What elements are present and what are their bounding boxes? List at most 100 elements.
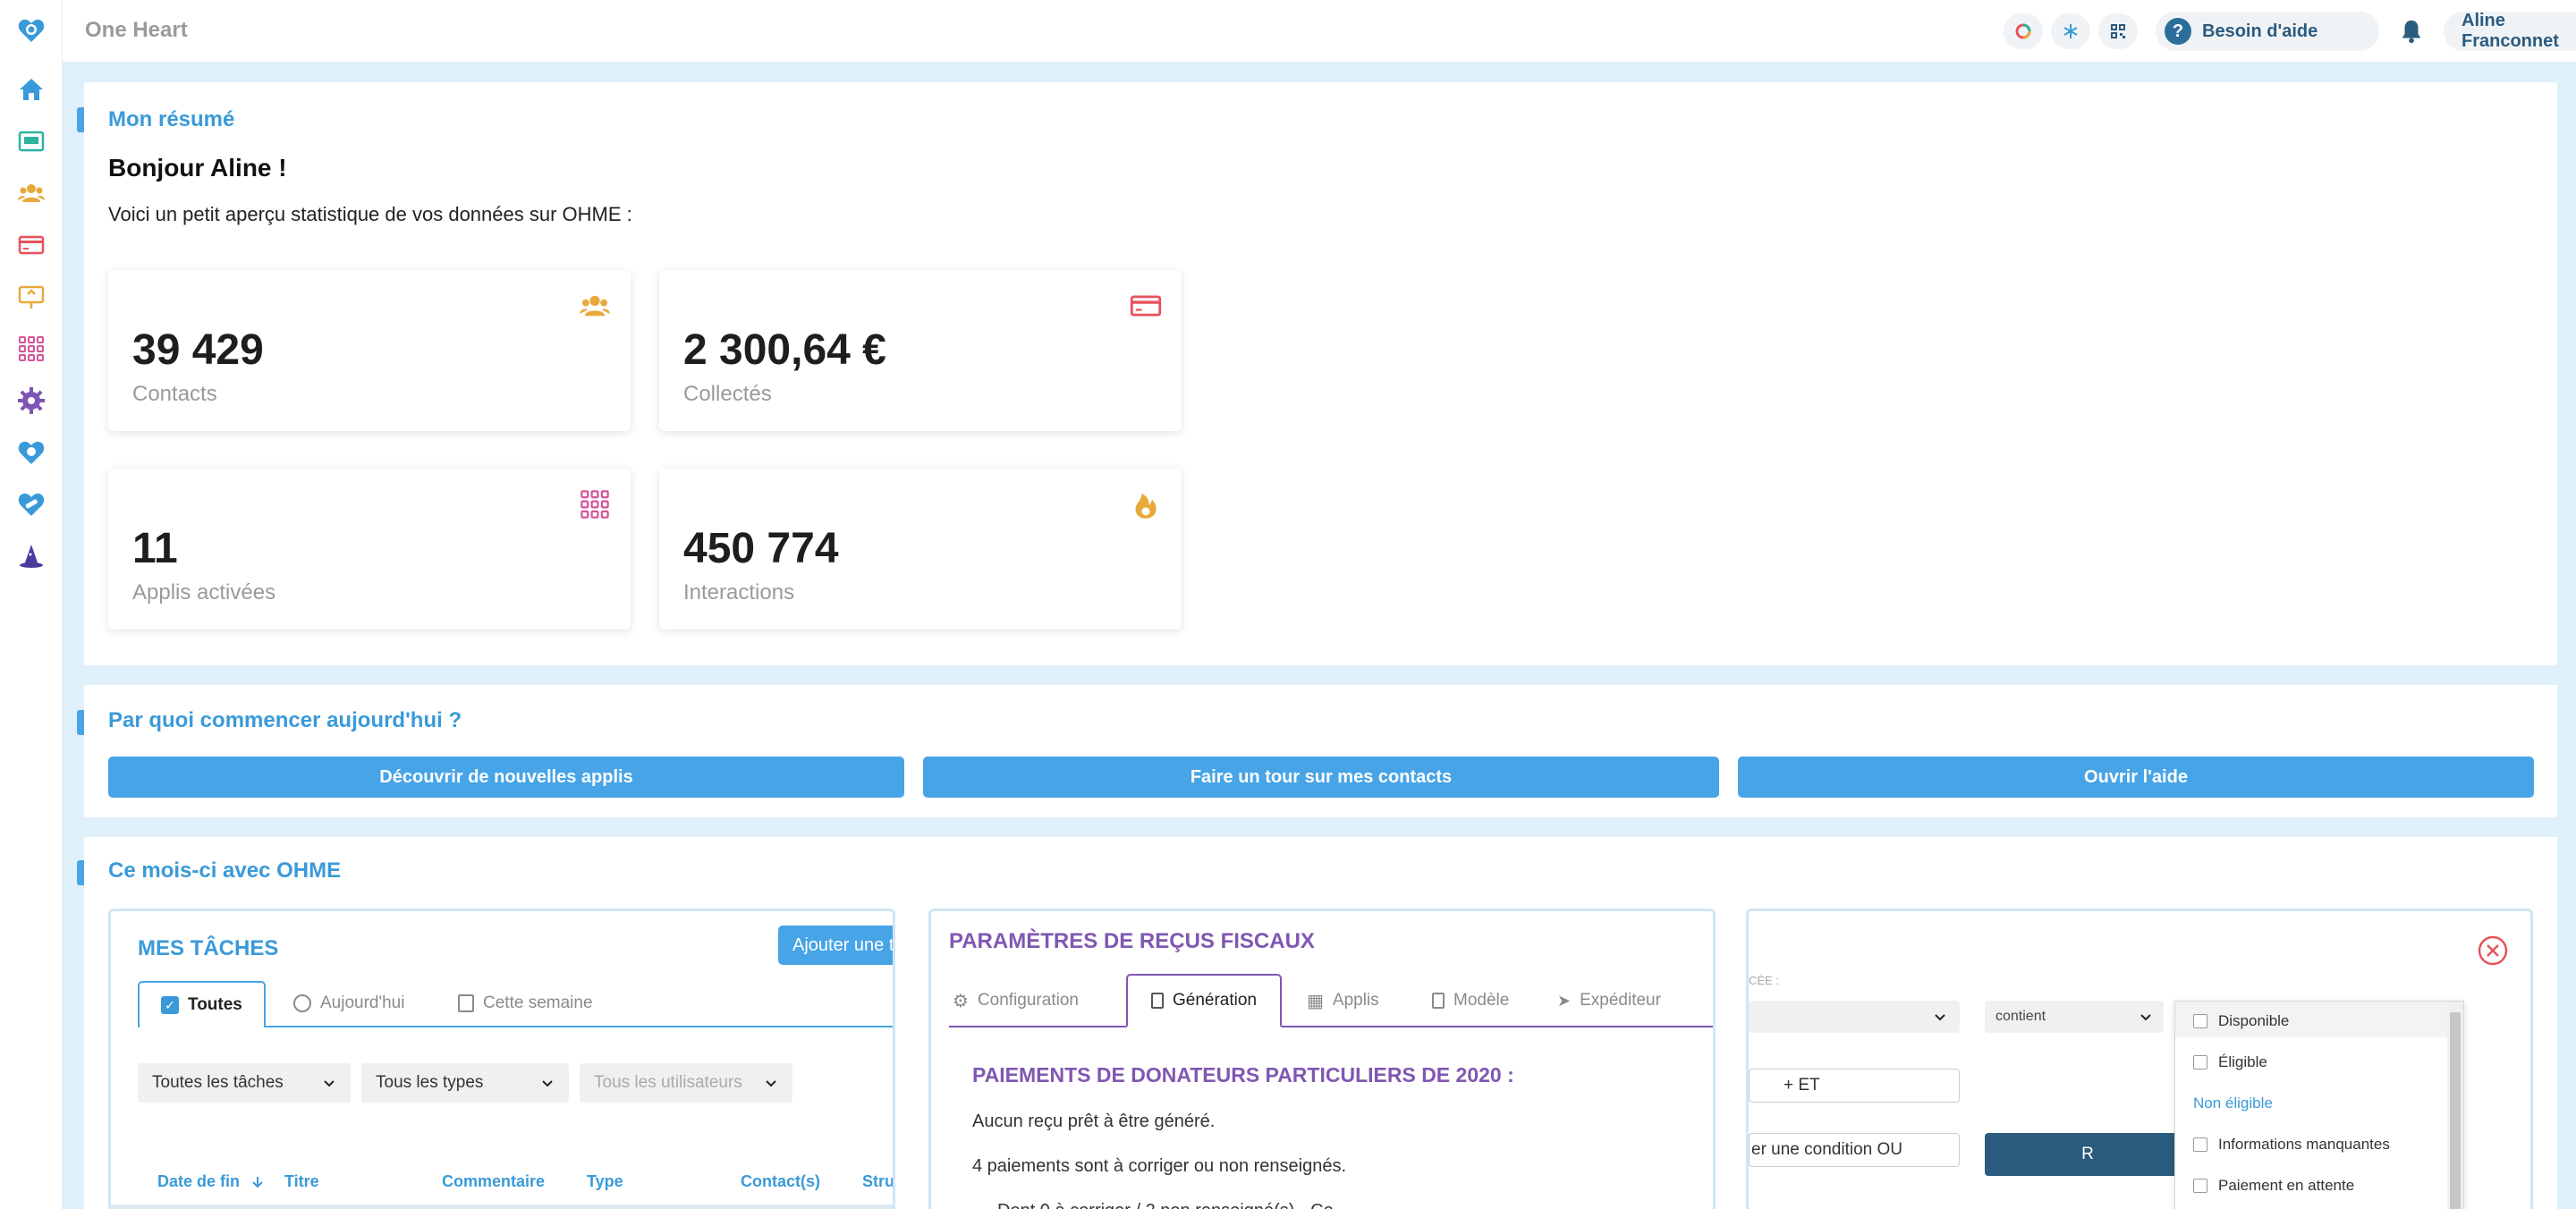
color-wheel-icon[interactable]: [2004, 13, 2043, 49]
select-value: contient: [1996, 1009, 2046, 1024]
tab-label: Toutes: [188, 995, 242, 1014]
calendar-icon: [458, 994, 474, 1012]
user-menu[interactable]: Aline Franconnet: [2444, 11, 2576, 51]
task-filter-select[interactable]: Toutes les tâches: [138, 1063, 351, 1103]
open-help-button[interactable]: Ouvrir l'aide: [1738, 757, 2534, 798]
dropdown-scrollbar[interactable]: [2447, 1002, 2463, 1209]
arrow-down-icon: [252, 1176, 263, 1188]
help-button[interactable]: ? Besoin d'aide: [2156, 12, 2379, 51]
tab-today[interactable]: Aujourd'hui: [293, 993, 404, 1013]
checkbox[interactable]: [2193, 1179, 2207, 1193]
stat-card-contacts[interactable]: 39 429 Contacts: [108, 270, 631, 431]
option-not-eligible[interactable]: Non éligible: [2193, 1095, 2273, 1112]
summary-title: Mon résumé: [108, 107, 235, 131]
start-panel: Par quoi commencer aujourd'hui ? Découvr…: [77, 685, 2557, 817]
tab-all[interactable]: ✓ Toutes: [138, 981, 266, 1027]
contacts-icon[interactable]: [15, 177, 47, 209]
receipts-detail-line: Dont 0 à corriger / 2 non renseigné(s) -…: [997, 1201, 1334, 1209]
dashboard-card-icon[interactable]: [15, 125, 47, 157]
stat-label: Applis activées: [132, 580, 276, 604]
column-end-date[interactable]: Date de fin: [157, 1172, 265, 1191]
checkbox[interactable]: [2193, 1014, 2207, 1028]
apps-grid-icon[interactable]: [15, 333, 47, 365]
scrollbar-thumb[interactable]: [2450, 1012, 2461, 1209]
board-icon[interactable]: [15, 281, 47, 313]
select-value: Tous les utilisateurs: [594, 1073, 742, 1092]
select-value: Toutes les tâches: [152, 1073, 284, 1092]
home-icon[interactable]: [15, 73, 47, 106]
stat-card-interactions[interactable]: 450 774 Interactions: [659, 469, 1182, 630]
greeting: Bonjour Aline !: [108, 154, 287, 182]
column-structure[interactable]: Stru: [862, 1172, 893, 1191]
stat-label: Interactions: [683, 580, 795, 604]
submit-filter-button[interactable]: R: [1985, 1133, 2190, 1176]
tasks-widget: MES TÂCHES Ajouter une t ✓ Toutes Aujour…: [108, 909, 895, 1209]
option-label: Non éligible: [2193, 1095, 2273, 1112]
option-eligible[interactable]: Éligible: [2193, 1053, 2267, 1071]
intro-text: Voici un petit aperçu statistique de vos…: [108, 203, 632, 225]
option-label: Informations manquantes: [2218, 1136, 2390, 1153]
field-label: CÉE :: [1749, 974, 1779, 987]
type-filter-select[interactable]: Tous les types: [361, 1063, 569, 1103]
column-comment[interactable]: Commentaire: [442, 1172, 545, 1191]
section-marker: [77, 710, 84, 735]
snowflake-icon[interactable]: [2051, 13, 2090, 49]
tax-receipts-widget: PARAMÈTRES DE REÇUS FISCAUX ⚙ Configurat…: [928, 909, 1716, 1209]
chevron-down-icon: [324, 1080, 335, 1087]
heart-badge-icon[interactable]: [15, 436, 47, 469]
apps-grid-icon: [580, 490, 609, 519]
summary-panel: Mon résumé Bonjour Aline ! Voici un peti…: [77, 82, 2557, 665]
help-label: Besoin d'aide: [2202, 21, 2318, 41]
tab-this-week[interactable]: Cette semaine: [458, 993, 593, 1013]
tab-label: Modèle: [1453, 991, 1510, 1010]
tab-apps[interactable]: ▦ Applis: [1307, 974, 1379, 1027]
settings-gear-icon[interactable]: [15, 385, 47, 417]
wizard-hat-icon[interactable]: [15, 540, 47, 572]
user-filter-select[interactable]: Tous les utilisateurs: [580, 1063, 792, 1103]
section-marker: [77, 860, 84, 885]
field-select[interactable]: [1749, 1001, 1960, 1033]
add-and-condition-button[interactable]: + ET: [1749, 1069, 1960, 1103]
tab-sender[interactable]: ➤ Expéditeur: [1557, 974, 1661, 1027]
stat-card-apps[interactable]: 11 Applis activées: [108, 469, 631, 630]
column-type[interactable]: Type: [587, 1172, 623, 1191]
logo-heart-icon[interactable]: [15, 14, 47, 46]
select-value: Tous les types: [376, 1073, 484, 1092]
heart-bandage-icon[interactable]: [15, 488, 47, 520]
status-dropdown: Disponible Éligible Non éligible Informa…: [2174, 1001, 2464, 1209]
close-circle-icon[interactable]: [2477, 934, 2509, 967]
notifications-bell-icon[interactable]: [2393, 13, 2430, 50]
checkbox[interactable]: [2193, 1137, 2207, 1152]
discover-apps-button[interactable]: Découvrir de nouvelles applis: [108, 757, 904, 798]
document-icon: [1151, 993, 1164, 1009]
tour-contacts-button[interactable]: Faire un tour sur mes contacts: [923, 757, 1719, 798]
column-title[interactable]: Titre: [284, 1172, 319, 1191]
option-label: Disponible: [2218, 1012, 2290, 1029]
tab-label: Aujourd'hui: [320, 993, 405, 1012]
credit-card-icon[interactable]: [15, 229, 47, 261]
stat-label: Contacts: [132, 382, 217, 406]
chevron-down-icon: [542, 1080, 553, 1087]
month-title: Ce mois-ci avec OHME: [108, 858, 342, 883]
tab-label: Expéditeur: [1580, 991, 1661, 1010]
template-icon: [1432, 993, 1445, 1009]
tab-configuration[interactable]: ⚙ Configuration: [953, 974, 1079, 1027]
paper-plane-icon: ➤: [1557, 991, 1572, 1010]
operator-select[interactable]: contient: [1985, 1001, 2164, 1033]
option-missing-info[interactable]: Informations manquantes: [2193, 1136, 2390, 1154]
tab-label: Génération: [1173, 991, 1258, 1010]
month-panel: Ce mois-ci avec OHME MES TÂCHES Ajouter …: [77, 837, 2557, 1209]
qr-code-icon[interactable]: [2098, 13, 2138, 49]
column-label: Date de fin: [157, 1172, 241, 1190]
option-payment-pending[interactable]: Paiement en attente: [2193, 1177, 2354, 1195]
tab-template[interactable]: Modèle: [1432, 974, 1509, 1027]
flame-icon: [1135, 493, 1157, 519]
add-or-condition-button[interactable]: er une condition OU: [1749, 1133, 1960, 1167]
tab-generation[interactable]: Génération: [1126, 974, 1283, 1027]
option-available[interactable]: Disponible: [2193, 1012, 2289, 1030]
checkbox[interactable]: [2193, 1055, 2207, 1070]
add-task-button[interactable]: Ajouter une t: [778, 926, 893, 965]
receipts-subtitle: PAIEMENTS DE DONATEURS PARTICULIERS DE 2…: [972, 1063, 1514, 1086]
stat-card-collected[interactable]: 2 300,64 € Collectés: [659, 270, 1182, 431]
column-contacts[interactable]: Contact(s): [741, 1172, 820, 1191]
